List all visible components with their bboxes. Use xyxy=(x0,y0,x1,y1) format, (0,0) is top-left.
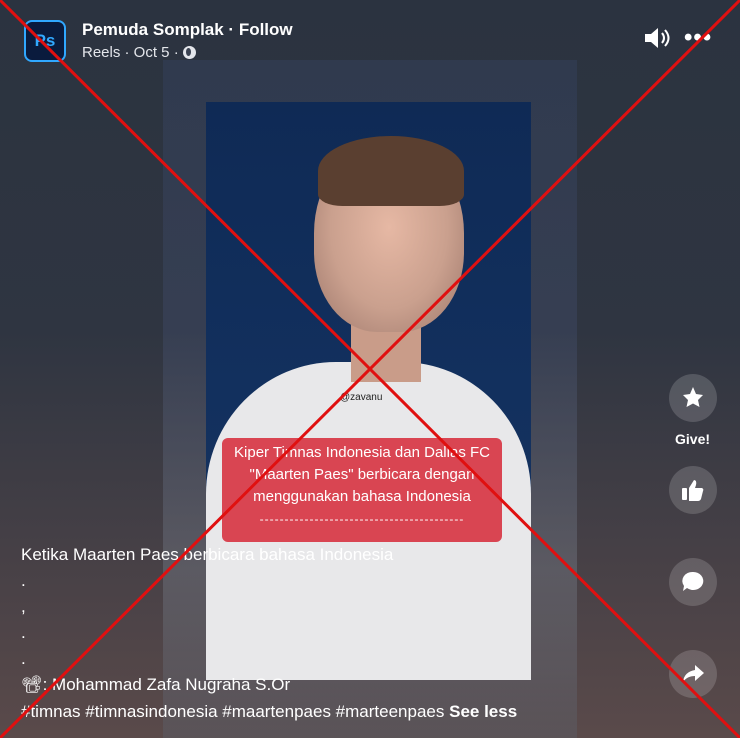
star-gift-icon xyxy=(683,387,703,407)
caption-divider: ----------------------------------------… xyxy=(259,512,465,526)
post-description: Ketika Maarten Paes berbicara bahasa Ind… xyxy=(21,542,393,698)
description-dot: , xyxy=(21,597,26,616)
hashtags[interactable]: #timnas #timnasindonesia #maartenpaes #m… xyxy=(21,702,444,721)
reel-post: @zavanu Kiper Timnas Indonesia dan Dalla… xyxy=(0,0,740,738)
give-label[interactable]: Give! xyxy=(675,431,710,447)
post-meta-text: Reels · Oct 5 · xyxy=(82,44,179,61)
caption-line: Kiper Timnas Indonesia dan Dallas FC xyxy=(234,444,490,461)
comment-button[interactable] xyxy=(669,558,717,606)
video-caption: Kiper Timnas Indonesia dan Dallas FC "Ma… xyxy=(222,438,502,542)
hashtags-line: #timnas #timnasindonesia #maartenpaes #m… xyxy=(21,702,517,722)
post-meta: Reels · Oct 5 · xyxy=(82,44,196,61)
more-options-button[interactable]: ••• xyxy=(684,24,712,52)
description-credit: 📽: Mohammad Zafa Nugraha S.Or xyxy=(21,675,291,694)
like-icon xyxy=(682,480,704,501)
avatar[interactable]: Ps xyxy=(24,20,66,62)
video-watermark: @zavanu xyxy=(340,392,383,403)
description-dot: . xyxy=(21,623,26,642)
page-name-follow[interactable]: Pemuda Somplak · Follow xyxy=(82,20,293,40)
globe-icon xyxy=(182,46,196,59)
description-dot: . xyxy=(21,649,26,668)
person-hair xyxy=(318,136,464,206)
caption-line: menggunakan bahasa Indonesia xyxy=(253,488,471,505)
speaker-icon[interactable] xyxy=(643,26,671,50)
share-button[interactable] xyxy=(669,650,717,698)
caption-line: "Maarten Paes" berbicara dengan xyxy=(249,466,475,483)
description-dot: . xyxy=(21,571,26,590)
description-title: Ketika Maarten Paes berbicara bahasa Ind… xyxy=(21,545,394,564)
give-star-button[interactable] xyxy=(669,374,717,422)
share-icon xyxy=(683,665,704,682)
comment-icon xyxy=(682,571,704,591)
post-header: Ps Pemuda Somplak · Follow Reels · Oct 5… xyxy=(0,0,740,80)
like-button[interactable] xyxy=(669,466,717,514)
see-less-link[interactable]: See less xyxy=(449,702,517,721)
